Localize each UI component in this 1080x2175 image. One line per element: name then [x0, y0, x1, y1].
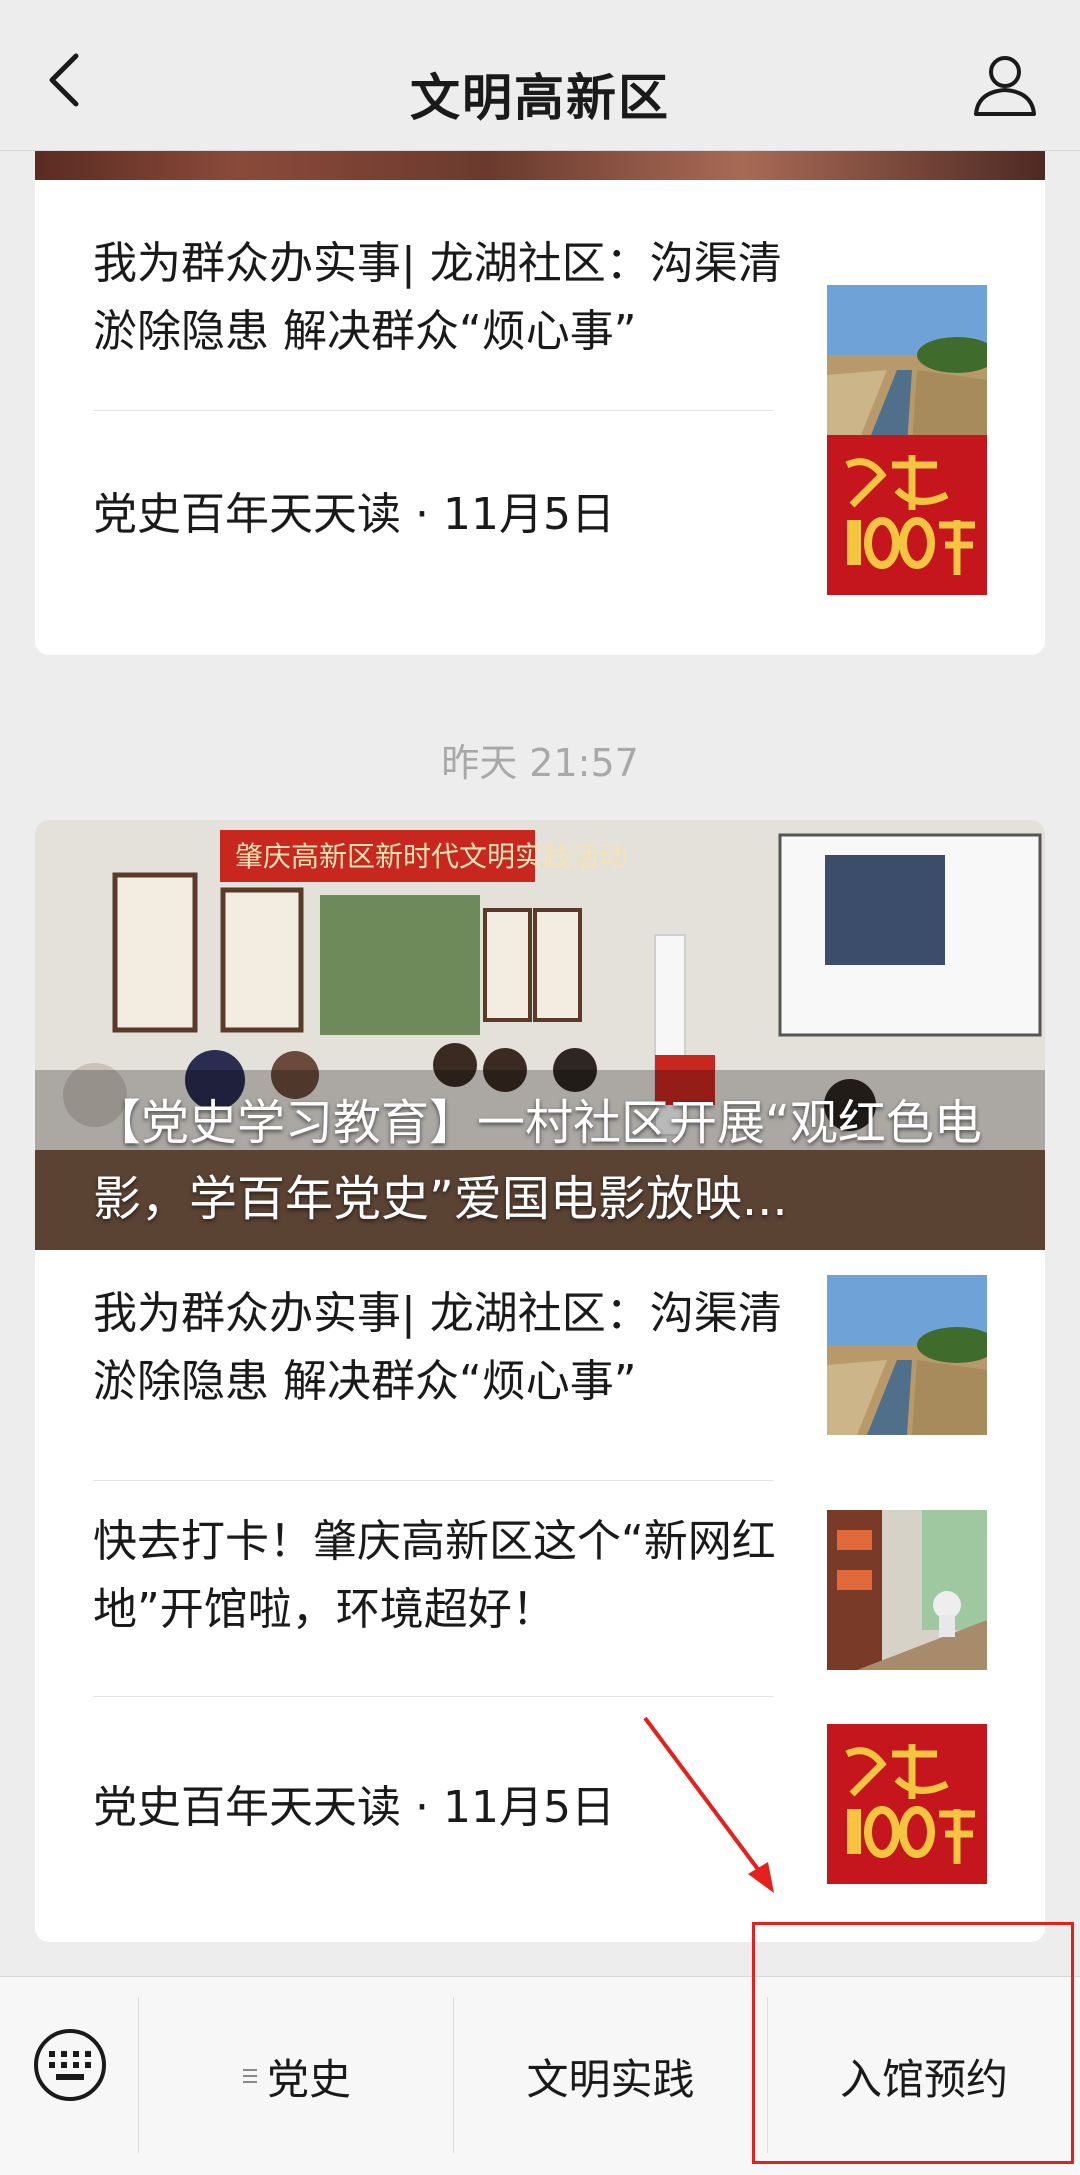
party-history-100-years-logo	[827, 435, 987, 595]
party-history-100-years-logo	[827, 1724, 987, 1884]
article-group-card: 我为群众办实事| 龙湖社区：沟渠清淤除隐患 解决群众“烦心事” 党史百年天天读 …	[35, 130, 1045, 655]
article-item[interactable]: 党史百年天天读 · 11月5日	[93, 1696, 987, 1926]
article-item[interactable]: 党史百年天天读 · 11月5日	[93, 415, 987, 645]
article-item[interactable]: 我为群众办实事| 龙湖社区：沟渠清淤除隐患 解决群众“烦心事”	[93, 1250, 987, 1465]
venue-interior-photo	[827, 1510, 987, 1670]
menu-item-label: 文明实践	[526, 2054, 695, 2104]
article-item[interactable]: 我为群众办实事| 龙湖社区：沟渠清淤除隐患 解决群众“烦心事”	[93, 190, 987, 445]
message-timestamp: 昨天 21:57	[441, 741, 639, 785]
article-group-card: 肇庆高新区新时代文明实践活动 【党史学习教育】一村社区开展“观红色电影，学百年党…	[35, 820, 1045, 1942]
article-title: 我为群众办实事| 龙湖社区：沟渠清淤除隐患 解决群众“烦心事”	[93, 238, 782, 357]
divider	[93, 410, 773, 411]
menu-item-party-history[interactable]: 党史	[139, 1977, 453, 2175]
menu-item-civilization-practice[interactable]: 文明实践	[454, 1977, 767, 2175]
hero-article-title: 【党史学习教育】一村社区开展“观红色电影，学百年党史”爱国电影放映...	[93, 1095, 982, 1227]
top-bar: 文明高新区	[0, 0, 1080, 151]
article-title: 党史百年天天读 · 11月5日	[93, 1782, 615, 1833]
hero-article[interactable]: 肇庆高新区新时代文明实践活动 【党史学习教育】一村社区开展“观红色电影，学百年党…	[35, 820, 1045, 1250]
article-item[interactable]: 快去打卡！肇庆高新区这个“新网红地”开馆啦，环境超好！	[93, 1480, 987, 1695]
keyboard-icon[interactable]	[32, 2027, 108, 2103]
canal-photo	[827, 1275, 987, 1435]
article-title: 党史百年天天读 · 11月5日	[93, 489, 615, 540]
article-title: 快去打卡！肇庆高新区这个“新网红地”开馆啦，环境超好！	[93, 1516, 776, 1635]
page-title: 文明高新区	[410, 69, 670, 127]
user-icon[interactable]	[970, 50, 1040, 120]
menu-lines-icon	[242, 2069, 257, 2083]
article-title: 我为群众办实事| 龙湖社区：沟渠清淤除隐患 解决群众“烦心事”	[93, 1288, 782, 1407]
banner-text: 肇庆高新区新时代文明实践活动	[235, 840, 627, 873]
annotation-highlight-box	[752, 1922, 1074, 2164]
menu-item-label: 党史	[266, 2054, 351, 2104]
